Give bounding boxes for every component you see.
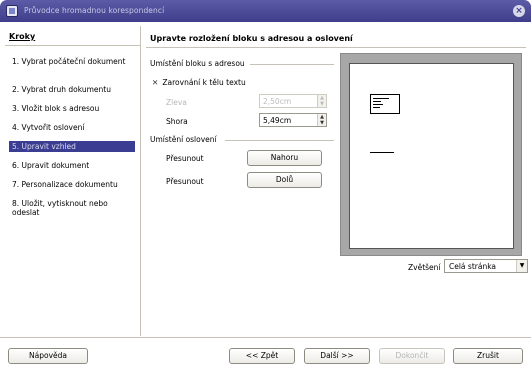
step-select-document-type[interactable]: 2. Vybrat druh dokumentu (9, 84, 135, 95)
top-offset-label: Shora (166, 117, 188, 126)
title-divider (146, 47, 526, 48)
back-button[interactable]: << Zpět (229, 348, 295, 364)
move-down-button[interactable]: Dolů (247, 172, 322, 188)
left-offset-spinner[interactable]: 2,50cm ▲ ▼ (259, 94, 327, 108)
page-title: Upravte rozložení bloku s adresou a oslo… (150, 34, 353, 43)
move-label-up: Přesunout (166, 154, 204, 163)
salutation-position-label: Umístění oslovení (150, 135, 217, 144)
step-select-starting-document[interactable]: 1. Vybrat počáteční dokument (9, 56, 135, 67)
step-insert-address-block[interactable]: 3. Vložit blok s adresou (9, 103, 135, 114)
move-label-down: Přesunout (166, 177, 204, 186)
finish-button[interactable]: Dokončit (379, 348, 445, 364)
steps-divider (5, 45, 140, 46)
zoom-select[interactable]: Celá stránka ▼ (444, 259, 528, 273)
step-save-print-send[interactable]: 8. Uložit, vytisknout nebo odeslat (9, 198, 135, 218)
zoom-value: Celá stránka (449, 262, 497, 271)
cancel-button[interactable]: Zrušit (453, 348, 523, 364)
close-icon: × (515, 6, 523, 16)
address-position-label: Umístění bloku s adresou (150, 59, 245, 68)
step-personalize-document[interactable]: 7. Personalizace dokumentu (9, 179, 135, 190)
preview-salutation (370, 152, 394, 153)
preview-page (349, 63, 514, 249)
title-bar: Průvodce hromadnou korespondencí × (0, 0, 531, 22)
move-up-button[interactable]: Nahoru (247, 150, 322, 166)
left-offset-value: 2,50cm (263, 97, 292, 106)
preview-address-line (373, 101, 381, 102)
salutation-section-line (225, 140, 334, 141)
step-create-salutation[interactable]: 4. Vytvořit oslovení (9, 122, 135, 133)
footer: Nápověda << Zpět Další >> Dokončit Zruši… (0, 338, 531, 373)
align-to-body-checkbox[interactable]: ✕ Zarovnání k tělu textu (152, 78, 246, 87)
left-offset-label: Zleva (166, 98, 187, 107)
step-edit-document[interactable]: 6. Upravit dokument (9, 160, 135, 171)
app-icon (6, 5, 18, 17)
steps-panel: Kroky 1. Vybrat počáteční dokument 2. Vy… (5, 26, 141, 336)
step-adjust-layout[interactable]: 5. Upravit vzhled (9, 141, 135, 152)
top-offset-value: 5,49cm (263, 116, 292, 125)
layout-preview[interactable] (340, 53, 522, 256)
preview-address-line (373, 107, 380, 108)
spinner-arrows-icon[interactable]: ▲ ▼ (317, 95, 326, 107)
align-to-body-label: Zarovnání k tělu textu (162, 78, 246, 87)
zoom-label: Zvětšení (408, 263, 441, 272)
preview-address-line (373, 104, 383, 105)
preview-address-block (370, 94, 400, 114)
top-offset-spinner[interactable]: 5,49cm ▲ ▼ (259, 113, 327, 127)
window-title: Průvodce hromadnou korespondencí (24, 6, 165, 15)
address-section-line (250, 64, 334, 65)
close-button[interactable]: × (513, 5, 525, 17)
preview-address-line (373, 98, 389, 99)
checkmark-icon: ✕ (152, 78, 159, 87)
chevron-down-icon[interactable]: ▼ (516, 260, 527, 272)
next-button[interactable]: Další >> (304, 348, 370, 364)
spinner-arrows-icon[interactable]: ▲ ▼ (317, 114, 326, 126)
help-button[interactable]: Nápověda (8, 348, 88, 364)
steps-heading: Kroky (9, 32, 36, 41)
